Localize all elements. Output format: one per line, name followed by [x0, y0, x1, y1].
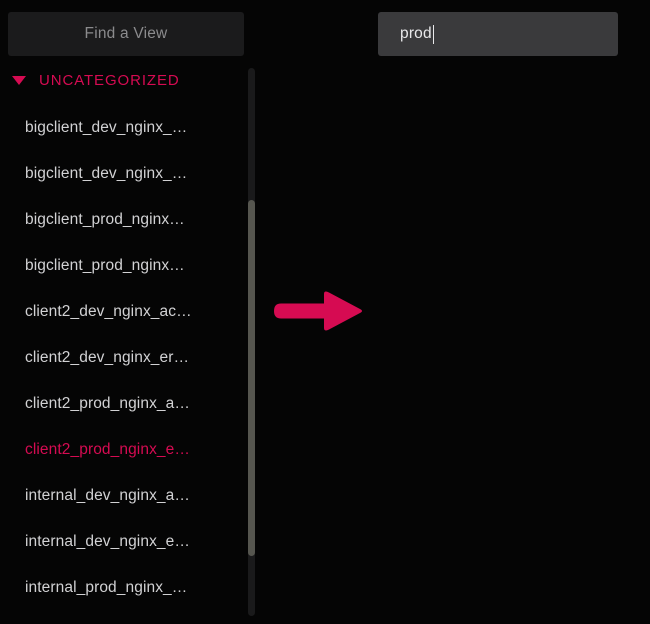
vertical-scrollbar-thumb[interactable]: [248, 200, 255, 556]
view-list-item[interactable]: internal_dev_nginx_a…: [25, 487, 190, 505]
arrow-right-icon: [272, 290, 364, 332]
screenshot-root: Find a View UNCATEGORIZED bigclient_dev_…: [0, 0, 650, 624]
view-list-item[interactable]: bigclient_dev_nginx_…: [25, 165, 187, 183]
group-header-label: UNCATEGORIZED: [39, 72, 180, 89]
find-a-view-input-filtered[interactable]: prod: [378, 12, 618, 56]
view-list-item[interactable]: bigclient_dev_nginx_…: [25, 119, 187, 137]
view-list-item[interactable]: client2_prod_nginx_a…: [25, 395, 190, 413]
view-picker-filtered-panel: prod DASHBOARD EVERYTHING VIEWS: [370, 0, 650, 624]
vertical-scrollbar-track[interactable]: [248, 68, 255, 616]
view-list-item[interactable]: client2_dev_nginx_ac…: [25, 303, 192, 321]
view-picker-unfiltered-panel: Find a View UNCATEGORIZED bigclient_dev_…: [0, 0, 265, 624]
view-list-item[interactable]: client2_dev_nginx_er…: [25, 349, 189, 367]
find-a-view-placeholder: Find a View: [84, 25, 168, 42]
view-list-item[interactable]: bigclient_prod_nginx…: [25, 211, 185, 229]
view-list-item[interactable]: internal_dev_nginx_e…: [25, 533, 190, 551]
view-list-item[interactable]: internal_prod_nginx_…: [25, 579, 187, 597]
group-header-uncategorized[interactable]: UNCATEGORIZED: [12, 72, 180, 89]
triangle-down-icon: [12, 76, 26, 85]
find-a-view-value: prod: [400, 25, 432, 42]
view-list-item[interactable]: client2_prod_nginx_e…: [25, 441, 190, 459]
find-a-view-input[interactable]: Find a View: [8, 12, 244, 56]
text-caret: [432, 24, 434, 44]
view-list-item[interactable]: bigclient_prod_nginx…: [25, 257, 185, 275]
